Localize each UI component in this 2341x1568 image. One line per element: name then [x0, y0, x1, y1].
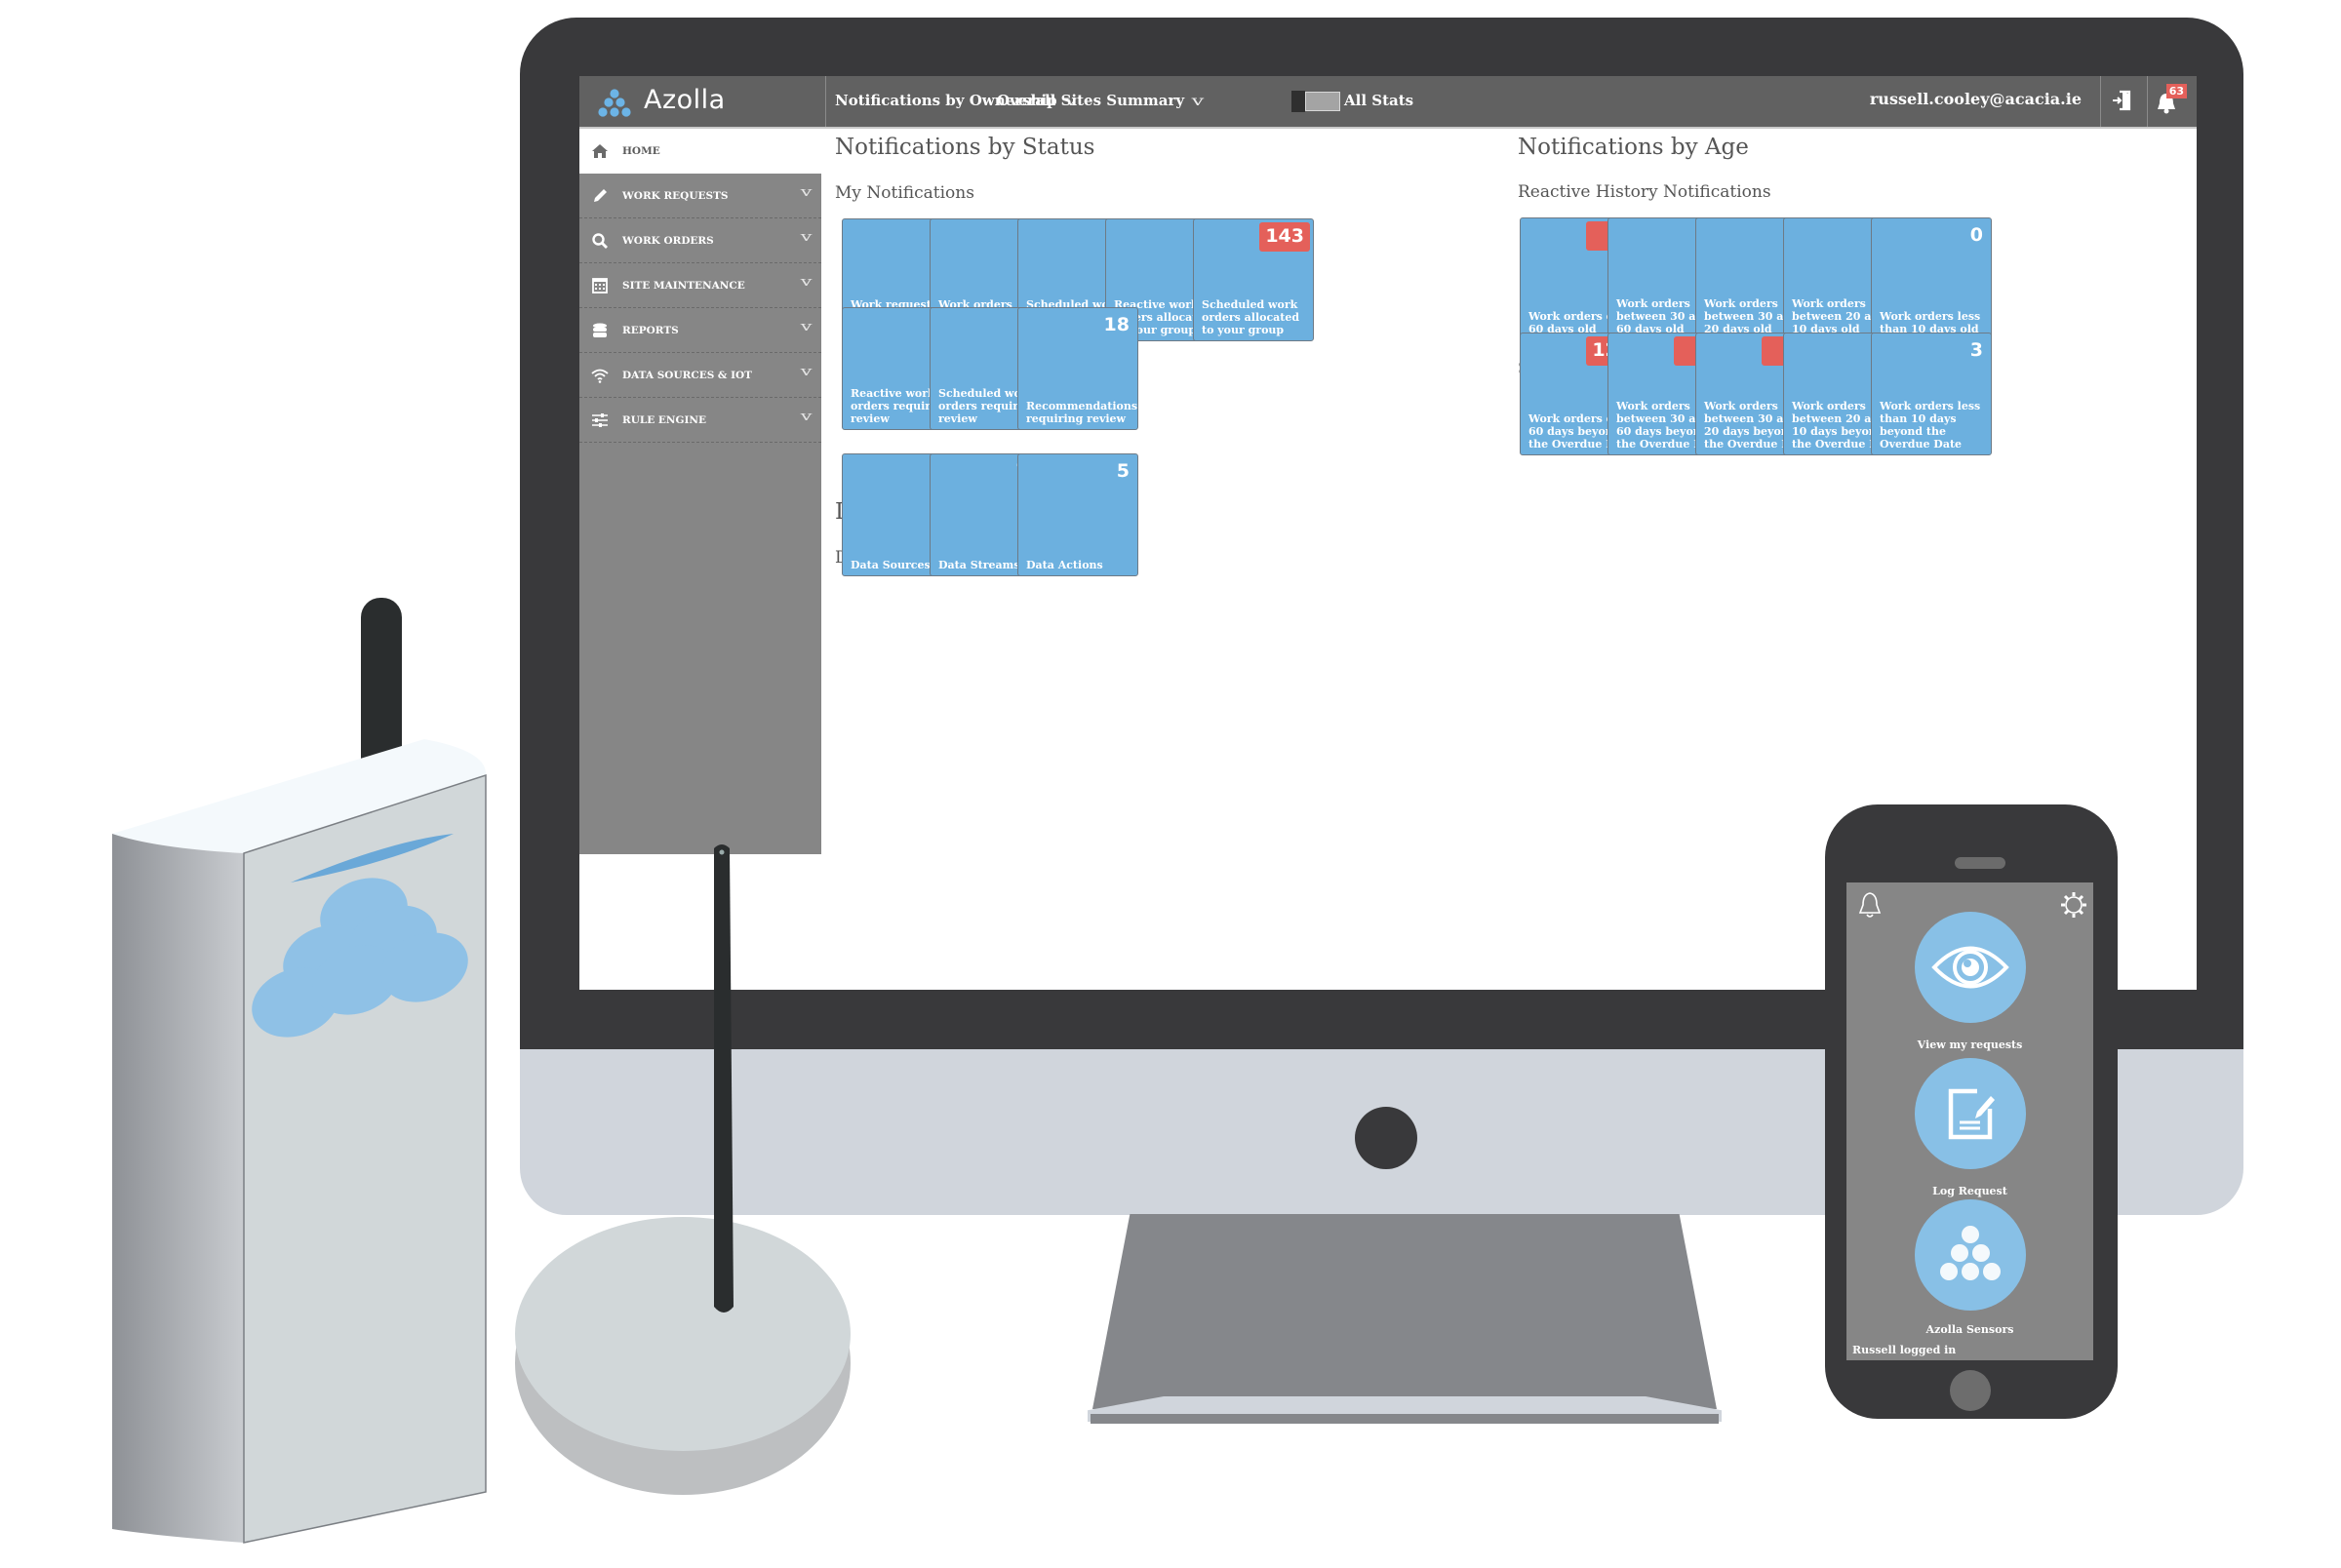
overall-sites-summary-dropdown[interactable]: Overall Sites Summary v [997, 92, 1205, 109]
antenna-tip [719, 849, 725, 855]
azolla-dots-icon [1940, 1226, 2001, 1280]
sidebar-item-label: HOME [622, 145, 660, 157]
notification-tile[interactable]: 5 Data Actions [1017, 453, 1138, 576]
all-stats-toggle[interactable] [1291, 91, 1340, 112]
antenna-rod [714, 844, 734, 1313]
azolla-logo-icon [598, 89, 631, 117]
antenna-base [515, 1217, 851, 1451]
gateway-side [112, 834, 244, 1543]
phone-speaker [1955, 857, 2005, 869]
iot-gateway-illustration [112, 598, 487, 1544]
login-status: Russell logged in [1852, 1344, 1957, 1356]
top-navigation-bar: Azolla Notifications by Ownership v Overa… [579, 76, 2197, 129]
sidebar-item-label: RULE ENGINE [622, 413, 707, 426]
sidebar: HOME WORK REQUESTS v WORK ORDERS v SITE … [579, 129, 821, 854]
home-icon [592, 144, 608, 158]
all-stats-label: All Stats [1344, 92, 1414, 109]
notifications-button[interactable]: 63 [2150, 84, 2187, 119]
sidebar-item-data-sources-iot[interactable]: DATA SOURCES & IOT v [579, 353, 821, 398]
sidebar-item-label: SITE MAINTENANCE [622, 279, 745, 292]
chevron-down-icon: v [800, 365, 813, 379]
phone-screen: View my requests Log Request Azolla Sens… [1846, 882, 2093, 1360]
chevron-down-icon: v [800, 275, 813, 290]
subsection-title-my-notifications: My Notifications [835, 183, 974, 203]
tile-count: 0 [1969, 224, 1983, 246]
chevron-down-icon: v [800, 185, 813, 200]
notification-tile[interactable]: 143 Scheduled work orders allocated to yo… [1193, 218, 1314, 341]
chevron-down-icon: v [800, 230, 813, 245]
divider [2100, 76, 2101, 127]
sidebar-item-reports[interactable]: REPORTS v [579, 308, 821, 353]
notification-tile[interactable]: 18 Recommendations requiring review [1017, 307, 1138, 430]
tile-count: 18 [1103, 314, 1130, 335]
notification-tile[interactable]: 3 Work orders less than 10 days beyond th… [1871, 333, 1992, 455]
wireless-antenna-illustration [515, 844, 851, 1495]
chevron-down-icon: v [800, 410, 813, 424]
sidebar-item-rule-engine[interactable]: RULE ENGINE v [579, 398, 821, 443]
chevron-down-icon: v [1191, 94, 1205, 109]
pencil-icon [594, 189, 607, 202]
toggle-knob [1291, 91, 1305, 112]
sidebar-item-label: WORK REQUESTS [622, 189, 729, 202]
divider [2147, 76, 2148, 127]
section-title-status: Notifications by Status [835, 135, 1095, 160]
sidebar-item-label: DATA SOURCES & IOT [622, 369, 752, 381]
tile-count-alert: 143 [1259, 222, 1310, 252]
edit-document-icon [1948, 1088, 1995, 1140]
notifications-count-badge: 63 [2165, 84, 2187, 98]
monitor-stand [1092, 1214, 1717, 1409]
tile-label: Scheduled work orders allocated to your … [1202, 298, 1300, 336]
database-icon [593, 323, 607, 337]
eye-icon [1931, 946, 2009, 989]
monitor-stand-shadow [1091, 1414, 1719, 1424]
brand-logo[interactable]: Azolla [579, 76, 826, 127]
monitor-logo-dot [1355, 1107, 1417, 1169]
phone-home-button[interactable] [1950, 1370, 1991, 1411]
sidebar-item-home[interactable]: HOME [579, 129, 821, 174]
bell-icon[interactable] [1856, 890, 1884, 920]
subsection-title-reactive: Reactive History Notifications [1518, 182, 1771, 202]
sliders-icon [592, 413, 608, 427]
tile-label: Data Actions [1026, 559, 1103, 571]
tile-label: Work orders less than 10 days beyond the… [1880, 400, 1981, 451]
sidebar-item-work-orders[interactable]: WORK ORDERS v [579, 218, 821, 263]
chevron-down-icon: v [800, 320, 813, 334]
toggle-track [1305, 92, 1340, 111]
tile-label: Recommendations requiring review [1026, 400, 1138, 425]
brand-name: Azolla [644, 85, 726, 115]
log-request-label: Log Request [1932, 1185, 2007, 1197]
section-title-age: Notifications by Age [1518, 135, 1749, 160]
wifi-icon [591, 369, 609, 383]
logout-icon[interactable] [2111, 89, 2132, 112]
view-my-requests-button[interactable] [1915, 912, 2026, 1023]
tile-count: 5 [1116, 460, 1130, 482]
sidebar-item-work-requests[interactable]: WORK REQUESTS v [579, 174, 821, 218]
gear-icon[interactable] [2059, 890, 2088, 920]
sidebar-item-label: WORK ORDERS [622, 234, 714, 247]
mobile-phone: View my requests Log Request Azolla Sens… [1825, 804, 2118, 1419]
notification-tile[interactable]: 0 Work orders less than 10 days old [1871, 217, 1992, 340]
user-email[interactable]: russell.cooley@acacia.ie [1870, 90, 2082, 108]
view-my-requests-label: View my requests [1917, 1039, 2023, 1051]
sidebar-item-label: REPORTS [622, 324, 679, 336]
azolla-sensors-button[interactable] [1915, 1199, 2026, 1311]
calendar-icon [592, 278, 608, 294]
sidebar-item-site-maintenance[interactable]: SITE MAINTENANCE v [579, 263, 821, 308]
log-request-button[interactable] [1915, 1058, 2026, 1169]
tile-count: 3 [1969, 339, 1983, 361]
search-icon [592, 233, 608, 249]
dropdown-label: Overall Sites Summary [997, 92, 1185, 109]
azolla-sensors-label: Azolla Sensors [1925, 1323, 2014, 1336]
